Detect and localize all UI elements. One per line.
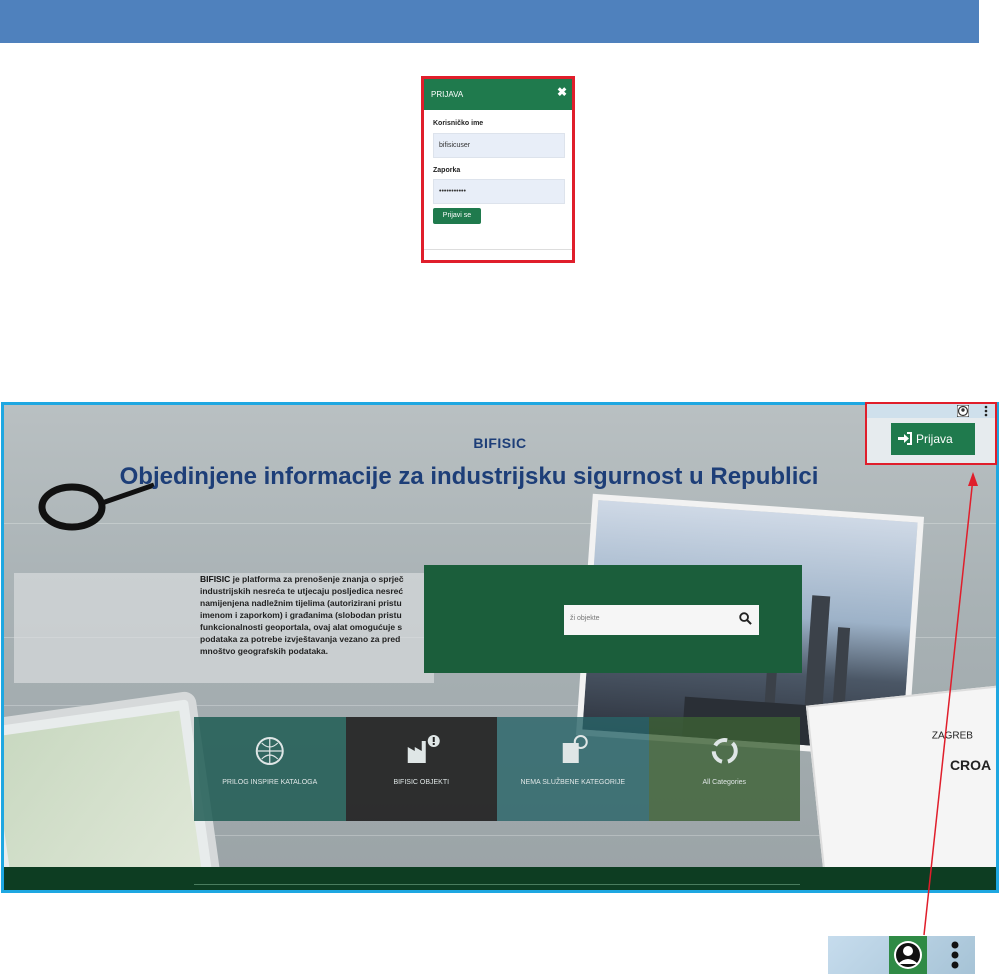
recycle-icon <box>711 738 738 764</box>
category-label: PRILOG INSPIRE KATALOGA <box>222 779 318 786</box>
search-placeholder: ži objekte <box>570 615 600 622</box>
icon-callout <box>828 936 975 974</box>
category-tile-all[interactable]: All Categories <box>648 717 800 821</box>
login-submit-button[interactable]: Prijavi se <box>433 208 481 224</box>
description-brand: BIFISIC <box>200 574 231 584</box>
username-value: bifisicuser <box>439 142 471 149</box>
user-icon-highlight <box>889 936 927 974</box>
document-header-bar <box>0 0 979 43</box>
header-strip <box>867 404 995 418</box>
screenshot-frame: ZAGREB CROA BIFISIC Objedinjene informac… <box>1 402 999 893</box>
search-panel: ži objekte <box>424 565 802 673</box>
close-icon[interactable]: ✖ <box>557 85 567 99</box>
category-label: NEMA SLUŽBENE KATEGORIJE <box>520 779 625 786</box>
more-options-icon[interactable] <box>981 405 991 417</box>
description-line: industrijskih nesreća te utjecaju poslje… <box>200 586 404 596</box>
factory-alert-icon <box>407 735 440 763</box>
category-label: All Categories <box>702 779 747 786</box>
login-button-label: Prijava <box>916 432 953 446</box>
description-line: je platforma za prenošenje znanja o sprj… <box>230 574 404 584</box>
category-tile-inspire[interactable]: PRILOG INSPIRE KATALOGA <box>194 717 346 821</box>
description-line: namijenjena nadležnim tijelima (autorizi… <box>200 598 402 608</box>
modal-divider <box>424 249 572 250</box>
description-text: BIFISIC je platforma za prenošenje znanj… <box>200 573 436 657</box>
site-brand: BIFISIC <box>473 435 527 451</box>
footer-divider <box>194 884 800 885</box>
search-input[interactable]: ži objekte <box>564 605 759 635</box>
category-tile-uncategorized[interactable]: NEMA SLUŽBENE KATEGORIJE <box>497 717 649 821</box>
user-icon[interactable] <box>957 405 969 417</box>
category-tile-objects[interactable]: BIFISIC OBJEKTI <box>345 717 497 821</box>
password-field[interactable]: ••••••••••• <box>433 179 565 204</box>
croatia-map: ZAGREB CROA <box>805 685 996 890</box>
header-zoom-callout: Prijava <box>865 402 997 465</box>
search-icon[interactable] <box>739 612 752 625</box>
tablet-image <box>4 690 224 890</box>
login-button[interactable]: Prijava <box>891 423 975 455</box>
description-line: funkcionalnosti geoportala, ovaj alat om… <box>200 622 403 632</box>
login-modal-title: PRIJAVA <box>431 90 464 99</box>
footer-bar <box>4 867 996 890</box>
description-line: mnoštvo geografskih podataka. <box>200 646 328 656</box>
sign-in-icon <box>898 432 912 445</box>
login-modal-header: PRIJAVA ✖ <box>424 79 572 110</box>
category-label: BIFISIC OBJEKTI <box>393 779 450 786</box>
page-title: Objedinjene informacije za industrijsku … <box>119 463 819 490</box>
description-line: imenom i zaporkom) i građanima (slobodan… <box>200 610 402 620</box>
map-label-croatia: CROA <box>949 756 992 773</box>
category-tiles: PRILOG INSPIRE KATALOGA BIFISIC OBJEKTI … <box>194 717 800 821</box>
username-label: Korisničko ime <box>433 120 484 127</box>
globe-icon <box>255 737 284 765</box>
password-label: Zaporka <box>433 167 461 174</box>
password-value: ••••••••••• <box>439 188 466 195</box>
notebook-globe-icon <box>562 735 588 763</box>
user-icon <box>894 941 922 969</box>
more-options-icon <box>951 941 959 969</box>
login-modal: PRIJAVA ✖ Korisničko ime bifisicuser Zap… <box>421 76 575 263</box>
username-field[interactable]: bifisicuser <box>433 133 565 158</box>
description-line: podataka za potrebe izvještavanja vezano… <box>200 634 401 644</box>
map-label-zagreb: ZAGREB <box>931 730 973 742</box>
